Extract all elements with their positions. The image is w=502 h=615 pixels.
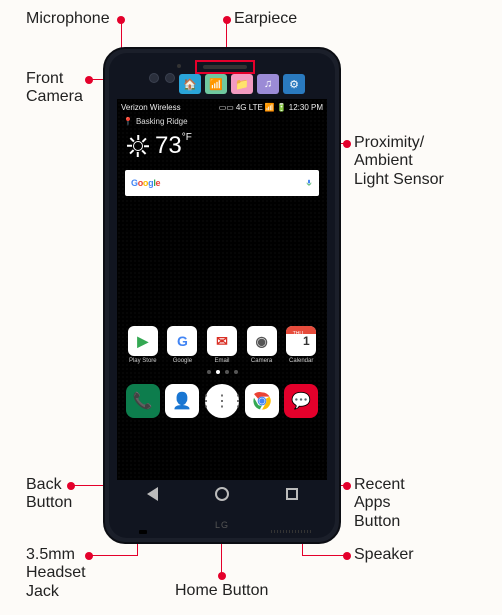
label-back-button: Back Button	[26, 476, 72, 513]
app-email[interactable]: ✉ Email	[205, 326, 239, 364]
second-screen: 🏠📶📁♫⚙	[179, 73, 327, 95]
back-button[interactable]	[132, 482, 172, 506]
phone-screen: Verizon Wireless ▭▭4G LTE📶🔋12:30 PM 📍 Ba…	[117, 99, 327, 480]
dock-item[interactable]: 💬	[284, 384, 318, 418]
app-calendar[interactable]: THU1 Calendar	[284, 326, 318, 364]
label-speaker: Speaker	[354, 546, 414, 564]
label-front-camera: Front Camera	[26, 70, 83, 107]
dock-item[interactable]	[245, 384, 279, 418]
phone-body: 🏠📶📁♫⚙ Verizon Wireless ▭▭4G LTE📶🔋12:30 P…	[103, 47, 341, 544]
second-screen-tile[interactable]: ♫	[257, 74, 279, 94]
app-label: Email	[214, 358, 229, 364]
app-label: Camera	[251, 358, 272, 364]
label-recent-apps: Recent Apps Button	[354, 476, 405, 531]
second-screen-tile[interactable]: ⚙	[283, 74, 305, 94]
second-screen-tile[interactable]: 🏠	[179, 74, 201, 94]
app-icon: THU1	[286, 326, 316, 356]
app-google[interactable]: G Google	[165, 326, 199, 364]
brand-logo: LG	[109, 520, 335, 530]
callout-dot	[85, 76, 93, 84]
second-screen-tile[interactable]: 📁	[231, 74, 253, 94]
second-screen-tile[interactable]: 📶	[205, 74, 227, 94]
callout-dot	[343, 140, 351, 148]
callout-dot	[343, 552, 351, 560]
app-row: ▶ Play Store G Google ✉ Email ◉ Camera THU1 Calen…	[117, 326, 327, 364]
front-camera-sensors	[149, 73, 175, 83]
location-pin-icon: 📍	[123, 117, 133, 126]
label-home-button: Home Button	[175, 582, 268, 600]
recent-icon	[286, 488, 298, 500]
google-search-bar[interactable]: Google	[125, 170, 319, 196]
callout-dot	[85, 552, 93, 560]
home-button[interactable]	[202, 482, 242, 506]
app-icon: ◉	[247, 326, 277, 356]
dock: 📞👤⋮⋮⋮ 💬	[117, 380, 327, 418]
voice-search-icon[interactable]	[305, 177, 313, 189]
dock-item[interactable]: ⋮⋮⋮	[205, 384, 239, 418]
google-logo: Google	[131, 178, 160, 188]
app-icon: ▶	[128, 326, 158, 356]
navigation-bar	[117, 480, 327, 508]
sun-icon	[127, 135, 149, 157]
label-proximity: Proximity/ Ambient Light Sensor	[354, 134, 444, 189]
app-camera[interactable]: ◉ Camera	[245, 326, 279, 364]
callout-dot	[218, 572, 226, 580]
app-icon: G	[167, 326, 197, 356]
app-label: Calendar	[289, 358, 313, 364]
label-earpiece: Earpiece	[234, 10, 297, 28]
callout-dot	[343, 482, 351, 490]
dock-item[interactable]: 📞	[126, 384, 160, 418]
app-label: Google	[173, 358, 192, 364]
headset-jack	[139, 530, 147, 534]
earpiece	[195, 60, 255, 74]
label-headset-jack: 3.5mm Headset Jack	[26, 546, 86, 601]
location-widget: 📍 Basking Ridge	[117, 115, 327, 128]
app-label: Play Store	[129, 358, 157, 364]
microphone-hole	[177, 64, 181, 68]
page-indicator	[117, 364, 327, 380]
status-bar: Verizon Wireless ▭▭4G LTE📶🔋12:30 PM	[117, 99, 327, 115]
callout-dot	[67, 482, 75, 490]
back-icon	[147, 487, 158, 501]
app-icon: ✉	[207, 326, 237, 356]
label-microphone: Microphone	[26, 10, 110, 28]
callout-dot	[223, 16, 231, 24]
app-play-store[interactable]: ▶ Play Store	[126, 326, 160, 364]
home-icon	[215, 487, 229, 501]
recent-apps-button[interactable]	[272, 482, 312, 506]
speaker-grill	[271, 530, 311, 533]
weather-widget: 73°F	[117, 128, 327, 170]
dock-item[interactable]: 👤	[165, 384, 199, 418]
